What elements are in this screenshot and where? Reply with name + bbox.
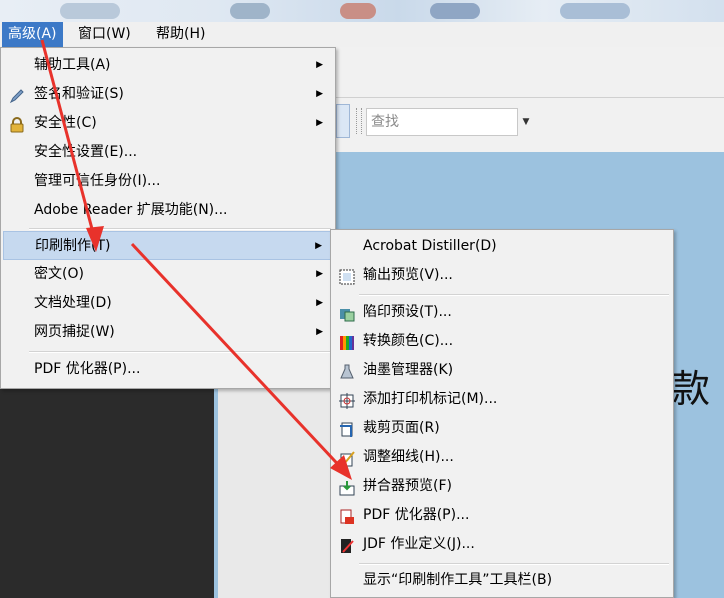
advanced-menu: 辅助工具(A) ▶ 签名和验证(S) ▶ 安全性(C) ▶ 安全性设置(E)..…: [0, 47, 336, 389]
document-text: 款: [672, 367, 711, 411]
menu-item-accessibility[interactable]: 辅助工具(A) ▶: [3, 51, 333, 80]
menu-item-label: 安全性(C): [34, 115, 97, 131]
menu-item-label: 拼合器预览(F): [363, 478, 452, 494]
menu-item-pdf-optimizer-sub[interactable]: PDF 优化器(P)...: [333, 501, 671, 530]
menu-item-label: 调整细线(H)...: [363, 449, 454, 465]
menu-item-label: 密文(O): [34, 266, 84, 282]
menu-item-label: 显示“印刷制作工具”工具栏(B): [363, 572, 553, 588]
menu-item-label: 裁剪页面(R): [363, 420, 440, 436]
find-dropdown-arrow-icon[interactable]: ▼: [518, 108, 534, 136]
menu-separator: [359, 294, 669, 296]
menu-item-output-preview[interactable]: 输出预览(V)...: [333, 261, 671, 290]
menu-item-ink-manager[interactable]: 油墨管理器(K): [333, 356, 671, 385]
menubar: 高级(A) 窗口(W) 帮助(H): [0, 22, 724, 48]
menu-item-label: 签名和验证(S): [34, 86, 124, 102]
menu-item-label: 陷印预设(T)...: [363, 304, 452, 320]
pen-icon: [9, 86, 25, 104]
menu-window[interactable]: 窗口(W): [72, 22, 137, 47]
toolbar-area: [336, 47, 724, 152]
submenu-arrow-icon: ▶: [316, 89, 323, 99]
convert-colors-icon: [339, 333, 355, 350]
menu-separator: [29, 228, 331, 230]
menu-item-reader-extensions[interactable]: Adobe Reader 扩展功能(N)...: [3, 196, 333, 225]
print-production-submenu: Acrobat Distiller(D) 输出预览(V)... 陷印预设(T).…: [330, 229, 674, 598]
menu-item-convert-colors[interactable]: 转换颜色(C)...: [333, 327, 671, 356]
menu-item-sign-and-certify[interactable]: 签名和验证(S) ▶: [3, 80, 333, 109]
menu-item-trap-presets[interactable]: 陷印预设(T)...: [333, 298, 671, 327]
menu-advanced[interactable]: 高级(A): [2, 22, 63, 47]
menu-item-flattener-preview[interactable]: 拼合器预览(F): [333, 472, 671, 501]
desktop-decoration: [340, 3, 376, 19]
menu-item-show-print-production-toolbar[interactable]: 显示“印刷制作工具”工具栏(B): [333, 566, 671, 595]
menu-item-label: PDF 优化器(P)...: [363, 507, 470, 523]
menu-item-label: 辅助工具(A): [34, 57, 111, 73]
output-preview-icon: [339, 267, 355, 285]
menu-item-label: 安全性设置(E)...: [34, 144, 138, 160]
menu-item-label: 印刷制作(T): [35, 238, 111, 254]
document-page: [218, 388, 336, 598]
find-input[interactable]: 查找: [366, 108, 518, 136]
menu-item-label: PDF 优化器(P)...: [34, 361, 141, 377]
submenu-arrow-icon: ▶: [316, 269, 323, 279]
menu-item-label: 输出预览(V)...: [363, 267, 453, 283]
menu-item-security[interactable]: 安全性(C) ▶: [3, 109, 333, 138]
menu-item-jdf-job-definitions[interactable]: JDF 作业定义(J)...: [333, 530, 671, 559]
menu-item-manage-trusted-identities[interactable]: 管理可信任身份(I)...: [3, 167, 333, 196]
toolbar-button[interactable]: [336, 104, 350, 138]
navigation-panel: [0, 388, 214, 598]
menu-item-label: 文档处理(D): [34, 295, 112, 311]
menu-item-label: 添加打印机标记(M)...: [363, 391, 498, 407]
submenu-arrow-icon: ▶: [315, 241, 322, 251]
menu-item-acrobat-distiller[interactable]: Acrobat Distiller(D): [333, 232, 671, 261]
menu-item-label: 管理可信任身份(I)...: [34, 173, 161, 189]
menu-item-label: JDF 作业定义(J)...: [363, 536, 475, 552]
lock-icon: [9, 115, 25, 133]
submenu-arrow-icon: ▶: [316, 118, 323, 128]
desktop-decoration: [560, 3, 630, 19]
menu-item-security-settings[interactable]: 安全性设置(E)...: [3, 138, 333, 167]
ink-manager-icon: [339, 362, 355, 379]
submenu-arrow-icon: ▶: [316, 298, 323, 308]
desktop-decoration: [60, 3, 120, 19]
toolbar-separator: [356, 108, 362, 134]
flattener-preview-icon: [339, 478, 355, 496]
submenu-arrow-icon: ▶: [316, 327, 323, 337]
desktop-decoration: [230, 3, 270, 19]
menu-item-label: 网页捕捉(W): [34, 324, 115, 340]
pdf-optimizer-icon: [339, 507, 355, 524]
menu-item-label: 转换颜色(C)...: [363, 333, 454, 349]
printer-marks-icon: [339, 391, 355, 409]
menu-item-label: 油墨管理器(K): [363, 362, 454, 378]
menu-item-redaction[interactable]: 密文(O) ▶: [3, 260, 333, 289]
menu-item-print-production[interactable]: 印刷制作(T) ▶: [3, 231, 333, 260]
menu-separator: [29, 351, 331, 353]
menu-item-pdf-optimizer[interactable]: PDF 优化器(P)...: [3, 355, 333, 384]
desktop-decoration: [430, 3, 480, 19]
menu-item-document-processing[interactable]: 文档处理(D) ▶: [3, 289, 333, 318]
jdf-icon: [339, 536, 355, 553]
submenu-arrow-icon: ▶: [316, 60, 323, 70]
menu-item-label: Acrobat Distiller(D): [363, 238, 497, 254]
menu-item-label: Adobe Reader 扩展功能(N)...: [34, 202, 228, 218]
menu-help[interactable]: 帮助(H): [150, 22, 211, 47]
menu-item-fix-hairlines[interactable]: 调整细线(H)...: [333, 443, 671, 472]
menu-item-web-capture[interactable]: 网页捕捉(W) ▶: [3, 318, 333, 347]
trap-presets-icon: [339, 304, 355, 322]
fix-hairlines-icon: [339, 449, 355, 467]
menu-item-add-printer-marks[interactable]: 添加打印机标记(M)...: [333, 385, 671, 414]
menu-separator: [359, 563, 669, 565]
menu-item-crop-pages[interactable]: 裁剪页面(R): [333, 414, 671, 443]
crop-pages-icon: [339, 420, 355, 437]
desktop-background-strip: [0, 0, 724, 22]
